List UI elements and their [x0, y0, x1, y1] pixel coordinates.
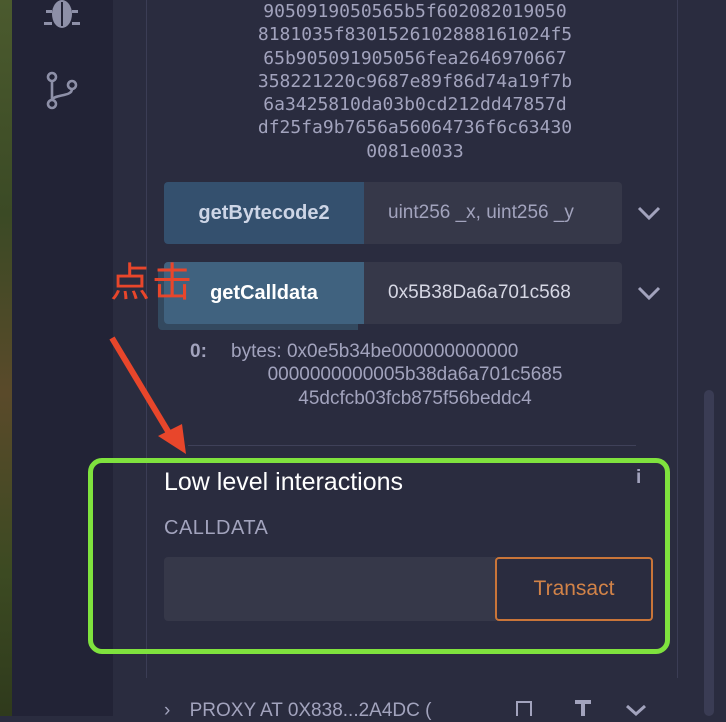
bytecode-line: 8181035f8301526102888161024f5: [257, 24, 573, 46]
annotation-text: 点击: [110, 260, 194, 306]
result-line: 0000000000005b38da6a701c5685: [267, 364, 563, 386]
chevron-right-icon[interactable]: ›: [164, 700, 170, 721]
chevron-down-icon[interactable]: [636, 200, 662, 226]
calldata-label: CALLDATA: [164, 517, 269, 539]
function-row-getcalldata: getCalldata 0x5B38Da6a701c568: [164, 262, 664, 324]
chevron-down-icon[interactable]: [626, 704, 646, 716]
call-result: 0: bytes: 0x0e5b34be000000000000 0000000…: [190, 340, 640, 410]
bytecode-line: 0081e0033: [366, 140, 464, 162]
git-branch-icon[interactable]: [42, 70, 82, 110]
background-wallpaper: [0, 0, 12, 716]
getcalldata-input[interactable]: 0x5B38Da6a701c568: [364, 262, 622, 324]
transact-button[interactable]: Transact: [495, 557, 653, 621]
getcalldata-button[interactable]: getCalldata: [164, 262, 364, 324]
info-icon[interactable]: i: [636, 467, 641, 489]
result-line: bytes: 0x0e5b34be000000000000: [231, 341, 519, 362]
bytecode-output: 9050919050565b5f602082019050 8181035f830…: [190, 0, 640, 163]
function-row-getbytecode2: getBytecode2 uint256 _x, uint256 _y: [164, 182, 664, 244]
annotation-arrow-icon: [109, 336, 186, 454]
calldata-input[interactable]: [164, 557, 496, 621]
bug-icon[interactable]: [42, 0, 82, 40]
bytecode-line: 358221220c9687e89f86d74a19f7b: [257, 70, 573, 92]
getbytecode2-input[interactable]: uint256 _x, uint256 _y: [364, 182, 622, 244]
getbytecode2-button[interactable]: getBytecode2: [164, 182, 364, 244]
bytecode-line: 6a3425810da03b0cd212dd47857d: [263, 94, 567, 116]
chevron-down-icon[interactable]: [636, 280, 662, 306]
divider: [188, 445, 636, 446]
low-level-title: Low level interactions: [164, 468, 404, 496]
proxy-instance-row[interactable]: › PROXY AT 0X838...2A4DC (: [164, 700, 431, 722]
bytecode-line: df25fa9b7656a56064736f6c63430: [257, 117, 573, 139]
proxy-instance-label: PROXY AT 0X838...2A4DC (: [189, 700, 432, 721]
bytecode-line: 65b905091905056fea2646970667: [263, 47, 567, 69]
result-line: 45dcfcb03fcb875f56beddc4: [298, 387, 532, 409]
bytecode-line: 9050919050565b5f602082019050: [263, 1, 567, 22]
copy-icon[interactable]: [516, 701, 532, 716]
proxy-actions: [516, 700, 646, 716]
scrollbar[interactable]: [704, 390, 714, 716]
getbytecode2-placeholder: uint256 _x, uint256 _y: [388, 202, 574, 223]
pin-icon[interactable]: [575, 700, 591, 716]
